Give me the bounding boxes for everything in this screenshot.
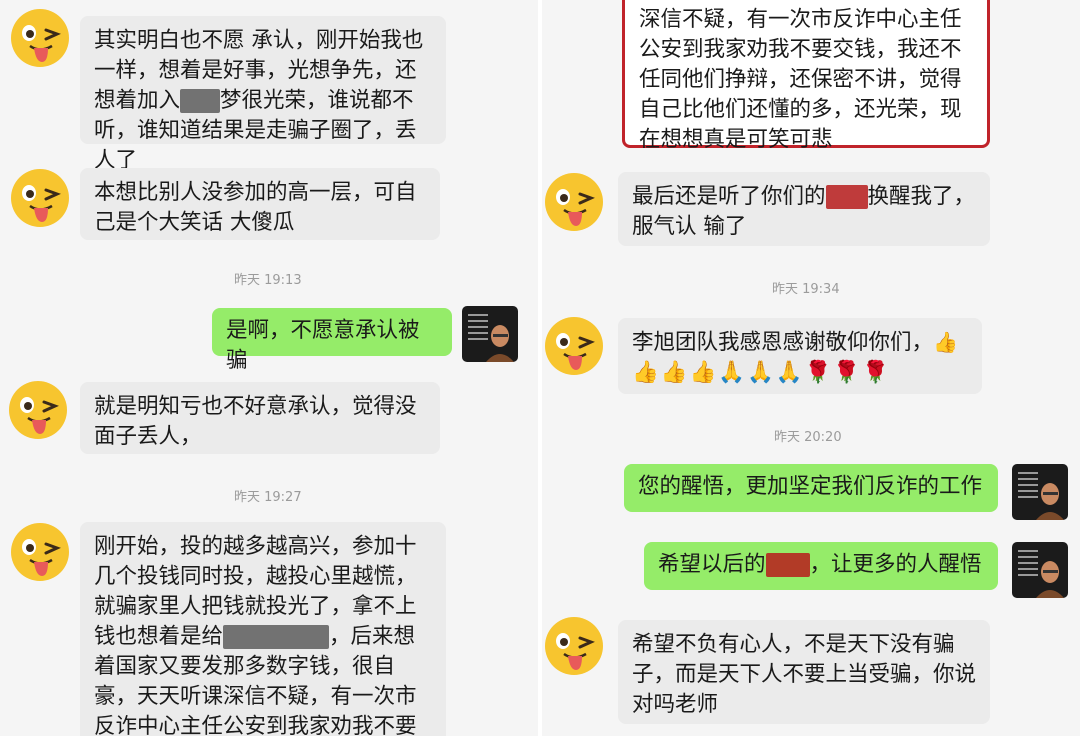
outgoing-message-bubble: 希望以后的 ，让更多的人醒悟 bbox=[644, 542, 998, 590]
incoming-message-bubble: 本想比别人没参加的高一层，可自己是个大笑话 大傻瓜 bbox=[80, 168, 440, 240]
redacted-text bbox=[765, 553, 810, 577]
timestamp: 昨天 19:27 bbox=[234, 490, 302, 505]
incoming-message-bubble: 最后还是听了你们的 换醒我了，服气认 输了 bbox=[618, 172, 990, 246]
wink-tongue-emoji-avatar[interactable] bbox=[542, 170, 606, 234]
outgoing-message-bubble: 是啊，不愿意承认被骗 bbox=[212, 308, 452, 373]
thumbs-up-emoji: 👍 bbox=[933, 330, 958, 354]
wink-tongue-emoji-avatar[interactable] bbox=[8, 166, 72, 230]
incoming-message-bubble: 其实明白也不愿 承认，刚开始我也一样，想着是好事，光想争先，还想着加入 梦很光荣，… bbox=[80, 16, 446, 173]
redacted-text bbox=[825, 185, 868, 209]
incoming-message-bubble: 就是明知亏也不好意承认，觉得没面子丢人， bbox=[80, 382, 440, 454]
sender-avatar[interactable] bbox=[1012, 464, 1068, 520]
wink-tongue-emoji-avatar[interactable] bbox=[8, 6, 72, 70]
timestamp: 昨天 19:13 bbox=[234, 273, 302, 288]
wink-tongue-emoji-avatar[interactable] bbox=[542, 614, 606, 678]
sender-avatar[interactable] bbox=[462, 306, 518, 362]
incoming-message-bubble: 李旭团队我感恩感谢敬仰你们，👍 👍👍👍🙏🙏🙏🌹🌹🌹 bbox=[618, 318, 982, 394]
timestamp: 昨天 20:20 bbox=[774, 430, 842, 445]
highlighted-message-bubble: 深信不疑，有一次市反诈中心主任公安到我家劝我不要交钱，我还不任同他们挣辩，还保密… bbox=[622, 0, 990, 152]
sender-avatar[interactable] bbox=[1012, 542, 1068, 598]
wink-tongue-emoji-avatar[interactable] bbox=[8, 520, 72, 584]
chat-screenshot-right: 深信不疑，有一次市反诈中心主任公安到我家劝我不要交钱，我还不任同他们挣辩，还保密… bbox=[542, 0, 1080, 736]
emoji-row: 👍👍👍🙏🙏🙏🌹🌹🌹 bbox=[632, 360, 891, 385]
incoming-message-bubble: 希望不负有心人，不是天下没有骗子，而是天下人不要上当受骗，你说对吗老师 bbox=[618, 620, 990, 724]
timestamp: 昨天 19:34 bbox=[772, 282, 840, 297]
incoming-message-bubble: 刚开始，投的越多越高兴，参加十几个投钱同时投，越投心里越慌，就骗家里人把钱就投光… bbox=[80, 522, 446, 736]
chat-screenshot-left: 其实明白也不愿 承认，刚开始我也一样，想着是好事，光想争先，还想着加入 梦很光荣，… bbox=[0, 0, 538, 736]
redacted-text bbox=[223, 625, 330, 649]
wink-tongue-emoji-avatar[interactable] bbox=[542, 314, 606, 378]
wink-tongue-emoji-avatar[interactable] bbox=[6, 378, 70, 442]
redacted-text bbox=[180, 89, 221, 113]
outgoing-message-bubble: 您的醒悟，更加坚定我们反诈的工作 bbox=[624, 464, 998, 512]
